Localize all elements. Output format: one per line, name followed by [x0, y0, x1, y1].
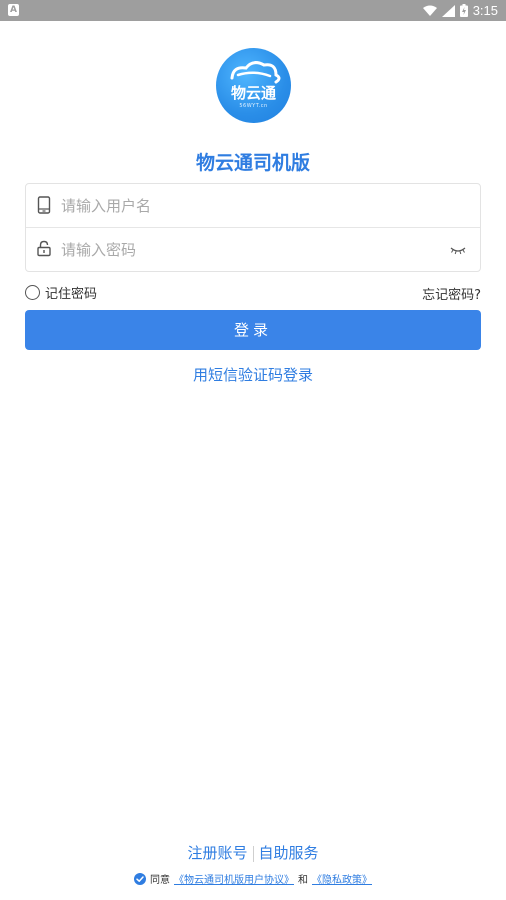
username-row [26, 184, 480, 228]
wifi-icon [422, 5, 437, 16]
sms-login-link[interactable]: 用短信验证码登录 [0, 364, 506, 385]
notification-icon: A [8, 4, 19, 16]
app-logo: 物云通 56WYT.cn [216, 48, 291, 123]
logo-subtext: 56WYT.cn [239, 103, 268, 109]
user-agreement-link[interactable]: 《物云通司机版用户协议》 [174, 871, 294, 886]
agree-and: 和 [298, 875, 308, 886]
remember-label: 记住密码 [45, 287, 98, 302]
app-title: 物云通司机版 [195, 152, 310, 174]
remember-radio[interactable] [25, 285, 40, 300]
logo-text: 物云通 [230, 84, 276, 102]
bottom-links: 注册账号 自助服务 [0, 842, 506, 863]
eye-closed-icon[interactable] [450, 244, 466, 256]
check-icon [136, 875, 144, 882]
status-time: 3:15 [472, 3, 498, 18]
lock-icon [37, 240, 51, 257]
phone-icon [37, 196, 51, 214]
agree-checkbox[interactable] [134, 872, 146, 885]
divider [252, 845, 254, 862]
remember-password[interactable]: 记住密码 [25, 283, 97, 302]
self-service-link[interactable]: 自助服务 [259, 844, 319, 862]
agree-prefix: 同意 [150, 875, 170, 886]
username-input[interactable] [61, 194, 441, 218]
forgot-password-link[interactable]: 忘记密码? [422, 284, 481, 303]
privacy-policy-link[interactable]: 《隐私政策》 [312, 871, 372, 886]
password-input[interactable] [61, 238, 441, 262]
agreement: 同意 《物云通司机版用户协议》 和 《隐私政策》 [0, 871, 506, 886]
login-form [25, 183, 481, 272]
battery-icon [459, 4, 468, 17]
password-row [26, 228, 480, 272]
signal-icon [441, 4, 455, 17]
status-bar: A 3:15 [0, 0, 506, 21]
register-link[interactable]: 注册账号 [187, 844, 247, 862]
login-button[interactable]: 登录 [25, 310, 481, 350]
